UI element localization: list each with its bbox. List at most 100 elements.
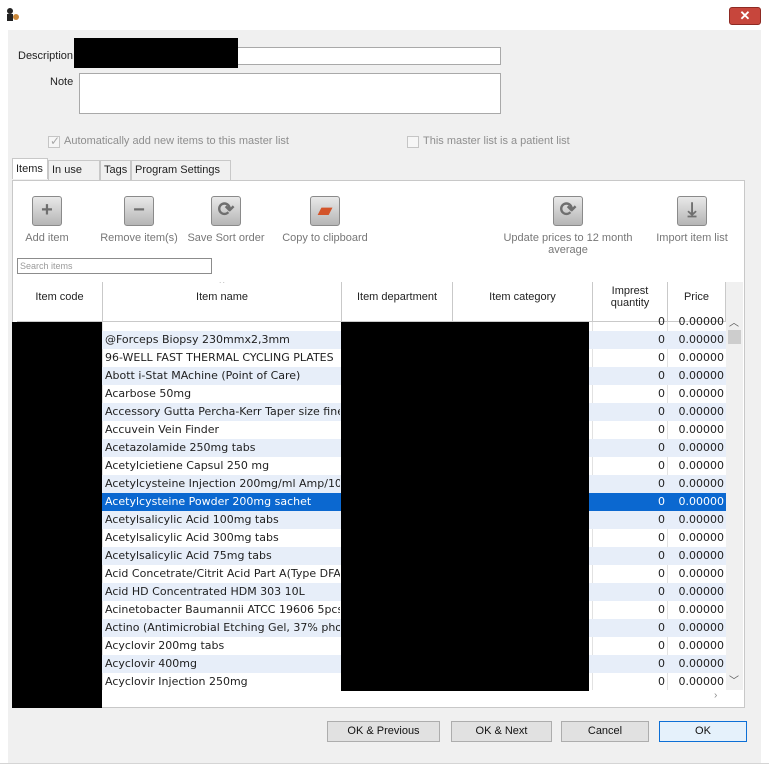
window-frame-left	[0, 30, 8, 771]
sort-ascending-icon: ^	[219, 282, 225, 289]
tab-in-use-by[interactable]: In use by	[48, 160, 100, 194]
price-cell: 0.00000	[678, 477, 725, 490]
item-name-cell: Acetylcietiene Capsul 250 mg	[105, 459, 270, 472]
scroll-up-arrow-icon[interactable]: ︿	[729, 314, 739, 329]
price-cell: 0.00000	[678, 369, 725, 382]
app-figure-icon	[7, 8, 19, 21]
scrollbar-thumb[interactable]	[728, 330, 741, 344]
item-name-cell: Acetylsalicylic Acid 100mg tabs	[105, 513, 279, 526]
imprest-quantity-cell: 0	[658, 621, 665, 634]
minus-icon: −	[133, 199, 145, 221]
price-cell: 0.00000	[678, 531, 725, 544]
price-cell: 0.00000	[678, 621, 725, 634]
window-frame-bottom	[0, 763, 769, 771]
item-name-cell: Abott i-Stat MAchine (Point of Care)	[105, 369, 301, 382]
tab-tags[interactable]: Tags	[100, 160, 131, 180]
vertical-scrollbar[interactable]: ︿ ﹀	[726, 282, 743, 690]
item-name-cell: Acid Concetrate/Citrit Acid Part A(Type …	[105, 567, 340, 580]
imprest-quantity-cell: 0	[658, 441, 665, 454]
checkmark-icon: ✓	[50, 134, 61, 148]
item-name-cell: Accessory Gutta Percha-Kerr Taper size f…	[105, 405, 340, 418]
item-name-cell: Acyclovir Injection 250mg	[105, 675, 248, 688]
tab-items[interactable]: Items	[12, 158, 48, 179]
scroll-down-arrow-icon[interactable]: ﹀	[729, 672, 739, 687]
item-name-cell: Acinetobacter Baumannii ATCC 19606 5pcs …	[105, 603, 340, 616]
price-cell: 0.00000	[678, 459, 725, 472]
remove-items-button[interactable]: − Remove item(s)	[98, 196, 180, 244]
copy-to-clipboard-label: Copy to clipboard	[282, 232, 368, 244]
imprest-quantity-cell: 0	[658, 603, 665, 616]
imprest-quantity-cell: 0	[658, 423, 665, 436]
imprest-quantity-cell: 0	[658, 459, 665, 472]
imprest-quantity-cell: 0	[658, 495, 665, 508]
price-cell: 0.00000	[678, 423, 725, 436]
imprest-quantity-cell: 0	[658, 513, 665, 526]
search-input[interactable]: Search items	[17, 258, 212, 274]
item-name-cell: Acetylcysteine Powder 200mg sachet	[105, 495, 312, 508]
item-name-cell: Acid HD Concentrated HDM 303 10L	[105, 585, 305, 598]
item-name-cell: @Forceps Biopsy 230mmx2,3mm	[105, 333, 290, 346]
price-cell: 0.00000	[678, 603, 725, 616]
item-name-cell: Acetylsalicylic Acid 300mg tabs	[105, 531, 279, 544]
patient-list-checkbox[interactable]	[407, 136, 419, 148]
imprest-quantity-cell: 0	[658, 531, 665, 544]
imprest-quantity-cell: 0	[658, 639, 665, 652]
item-name-cell: 96-WELL FAST THERMAL CYCLING PLATES	[105, 351, 334, 364]
price-cell: 0.00000	[678, 657, 725, 670]
price-cell: 0.00000	[678, 513, 725, 526]
add-item-button[interactable]: + Add item	[17, 196, 77, 244]
ok-previous-button[interactable]: OK & Previous	[327, 721, 440, 742]
imprest-quantity-cell: 0	[658, 333, 665, 346]
redacted-description	[74, 38, 238, 68]
ok-next-button[interactable]: OK & Next	[451, 721, 552, 742]
price-cell: 0.00000	[678, 405, 725, 418]
tab-program-settings[interactable]: Program Settings	[131, 160, 231, 180]
save-sort-order-button[interactable]: ⟳ Save Sort order	[184, 196, 268, 244]
auto-add-label: Automatically add new items to this mast…	[64, 135, 289, 147]
description-label: Description	[18, 50, 74, 62]
ok-button[interactable]: OK	[659, 721, 747, 742]
price-cell: 0.00000	[678, 585, 725, 598]
price-cell: 0.00000	[678, 675, 725, 688]
item-name-cell: Acetylsalicylic Acid 75mg tabs	[105, 549, 272, 562]
update-prices-label-line2: average	[548, 244, 588, 256]
auto-add-checkbox[interactable]: ✓	[48, 134, 61, 148]
imprest-quantity-cell: 0	[658, 549, 665, 562]
note-label: Note	[50, 76, 74, 88]
item-name-cell: Acetylcysteine Injection 200mg/ml Amp/10…	[105, 477, 340, 490]
item-name-cell: Accuvein Vein Finder	[105, 423, 219, 436]
title-bar: ✕	[0, 0, 769, 30]
cancel-button[interactable]: Cancel	[561, 721, 649, 742]
refresh-icon: ⟳	[217, 199, 235, 221]
import-item-list-button[interactable]: ⤓ Import item list	[654, 196, 730, 244]
price-cell: 0.00000	[678, 567, 725, 580]
price-cell: 0.00000	[678, 333, 725, 346]
copy-to-clipboard-button[interactable]: ▰ Copy to clipboard	[280, 196, 370, 244]
price-cell: 0.00000	[678, 549, 725, 562]
import-icon: ⤓	[687, 199, 697, 221]
imprest-quantity-cell: 0	[658, 477, 665, 490]
price-cell: 0.00000	[678, 351, 725, 364]
remove-items-label: Remove item(s)	[100, 232, 178, 244]
redacted-item-codes	[12, 322, 102, 708]
note-field[interactable]	[79, 73, 501, 114]
imprest-quantity-cell: 0	[658, 675, 665, 688]
redacted-department-category	[341, 322, 589, 691]
imprest-quantity-cell: 0	[658, 387, 665, 400]
close-button[interactable]: ✕	[729, 7, 761, 25]
item-name-cell: Acarbose 50mg	[105, 387, 192, 400]
refresh-icon: ⟳	[559, 199, 577, 221]
update-prices-label-line1: Update prices to 12 month	[503, 232, 633, 244]
close-icon: ✕	[739, 8, 751, 23]
item-name-cell: Acyclovir 400mg	[105, 657, 198, 670]
update-prices-button[interactable]: ⟳ Update prices to 12 month average	[500, 196, 636, 256]
imprest-quantity-cell: 0	[658, 585, 665, 598]
price-cell: 0.00000	[678, 441, 725, 454]
price-cell: 0.00000	[678, 495, 725, 508]
imprest-quantity-cell: 0	[658, 657, 665, 670]
item-name-cell: Acyclovir 200mg tabs	[105, 639, 225, 652]
price-cell: 0.00000	[678, 639, 725, 652]
scroll-right-arrow-icon[interactable]: ›	[714, 690, 717, 701]
item-name-cell: Actino (Antimicrobial Etching Gel, 37% p…	[105, 621, 340, 634]
imprest-quantity-cell: 0	[658, 405, 665, 418]
